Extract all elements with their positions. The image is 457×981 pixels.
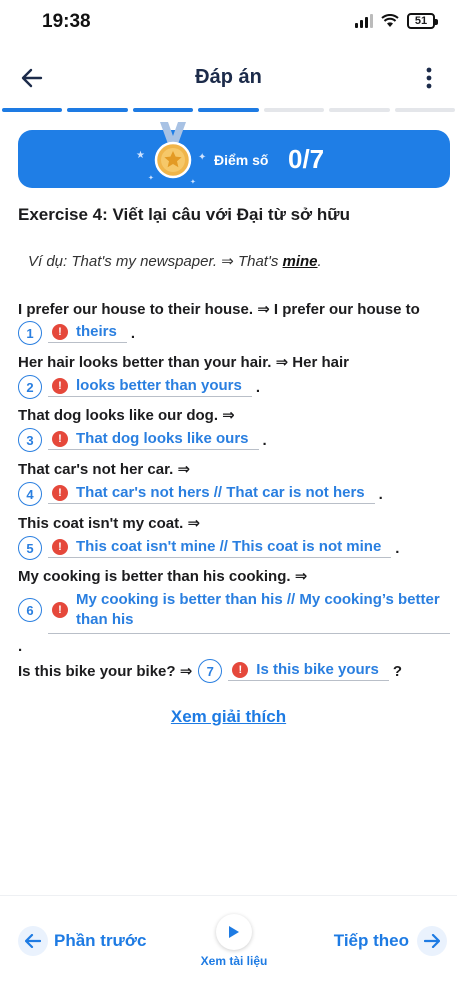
answer-field[interactable]: ! My cooking is better than his // My co… xyxy=(48,590,450,634)
question-number: 5 xyxy=(18,536,42,560)
arrow-right-icon xyxy=(417,926,447,956)
question-prompt: My cooking is better than his cooking. ⇒ xyxy=(18,568,308,585)
more-vertical-icon xyxy=(426,67,432,89)
example-prefix: Ví dụ: That's my newspaper. ⇒ That's xyxy=(28,253,283,270)
answer-field[interactable]: ! Is this bike yours xyxy=(228,661,389,681)
answer-row: 3 ! That dog looks like ours . xyxy=(18,428,267,452)
exclamation-icon: ! xyxy=(232,661,249,678)
example-sentence: Ví dụ: That's my newspaper. ⇒ That's min… xyxy=(28,252,322,270)
question-number: 2 xyxy=(18,375,42,399)
answer-field[interactable]: ! theirs xyxy=(48,323,127,343)
score-label: Điểm số xyxy=(214,152,269,168)
answer-row: 4 ! That car's not hers // That car is n… xyxy=(18,482,383,506)
exclamation-icon: ! xyxy=(52,538,68,555)
answer-punct: . xyxy=(18,638,23,655)
play-icon xyxy=(216,914,252,950)
exclamation-icon: ! xyxy=(52,430,68,447)
answer-punct: ? xyxy=(392,662,402,680)
status-icons: 51 xyxy=(355,13,438,29)
progress-segment xyxy=(329,108,390,112)
next-button[interactable]: Tiếp theo xyxy=(334,926,447,956)
answer-field[interactable]: ! That car's not hers // That car is not… xyxy=(48,484,375,504)
bottom-nav: Phần trước Xem tài liệu Tiếp theo xyxy=(0,895,457,981)
answer-punct: . xyxy=(395,539,400,557)
exclamation-icon: ! xyxy=(52,484,68,501)
progress-segment xyxy=(198,108,259,112)
explain-link[interactable]: Xem giải thích xyxy=(0,707,457,727)
answer-row: 2 ! looks better than yours . xyxy=(18,375,260,399)
prev-label: Phần trước xyxy=(54,931,147,950)
docs-button[interactable]: Xem tài liệu xyxy=(196,914,272,968)
question-prompt: That car's not her car. ⇒ xyxy=(18,461,191,478)
more-button[interactable] xyxy=(415,64,443,92)
arrow-left-icon xyxy=(18,926,48,956)
example-answer: mine xyxy=(282,253,318,270)
progress-segment xyxy=(394,108,455,112)
score-banner: ★ ✦ ✦ ✦ Điểm số 0/7 xyxy=(18,122,450,188)
answer-text: This coat isn't mine // This coat is not… xyxy=(76,538,382,555)
question-prompt: This coat isn't my coat. ⇒ xyxy=(18,515,201,532)
question-number: 1 xyxy=(18,321,42,345)
progress-segment xyxy=(132,108,194,112)
answer-text: That dog looks like ours xyxy=(76,430,249,447)
answer-text: looks better than yours xyxy=(76,377,242,394)
answer-row: 1 ! theirs . xyxy=(18,321,135,345)
answer-field[interactable]: ! This coat isn't mine // This coat is n… xyxy=(48,538,392,558)
answer-row: Is this bike your bike? ⇒ 7 ! Is this bi… xyxy=(18,659,402,683)
medal-icon xyxy=(154,122,192,179)
exclamation-icon: ! xyxy=(52,323,68,340)
status-bar: 19:38 51 xyxy=(0,0,457,46)
progress-bar xyxy=(0,108,457,112)
signal-icon xyxy=(355,14,373,28)
answer-text: theirs xyxy=(76,323,117,340)
next-label: Tiếp theo xyxy=(333,931,409,950)
answer-punct: . xyxy=(378,485,383,503)
question-prompt: I prefer our house to their house. ⇒ I p… xyxy=(18,301,420,318)
exclamation-icon: ! xyxy=(52,602,68,618)
answer-field[interactable]: ! That dog looks like ours xyxy=(48,430,259,450)
answer-field[interactable]: ! looks better than yours xyxy=(48,377,252,397)
progress-segment xyxy=(263,108,325,112)
question-number: 3 xyxy=(18,428,42,452)
exercise-title: Exercise 4: Viết lại câu với Đại từ sở h… xyxy=(18,205,350,224)
app-header: Đáp án xyxy=(0,50,457,106)
answer-punct: . xyxy=(130,324,136,342)
answer-punct: . xyxy=(262,431,267,449)
answer-text: That car's not hers // That car is not h… xyxy=(76,484,365,501)
question-number: 6 xyxy=(18,598,42,622)
answer-text: Is this bike yours xyxy=(256,661,379,678)
example-suffix: . xyxy=(317,253,322,270)
prev-button[interactable]: Phần trước xyxy=(18,926,146,956)
question-prompt: Her hair looks better than your hair. ⇒ … xyxy=(18,354,349,371)
answer-row: 5 ! This coat isn't mine // This coat is… xyxy=(18,536,399,560)
wifi-icon xyxy=(381,14,399,27)
progress-segment xyxy=(2,108,63,112)
exclamation-icon: ! xyxy=(52,377,68,394)
question-prompt: That dog looks like our dog. ⇒ xyxy=(18,407,235,424)
answer-punct: . xyxy=(255,378,261,396)
docs-label: Xem tài liệu xyxy=(200,954,268,968)
status-time: 19:38 xyxy=(42,11,91,32)
answer-text: My cooking is better than his // My cook… xyxy=(76,591,440,628)
question-number: 4 xyxy=(18,482,42,506)
question-number: 7 xyxy=(198,659,223,683)
score-value: 0/7 xyxy=(288,144,325,174)
question-prompt: Is this bike your bike? ⇒ xyxy=(18,663,193,680)
page-title: Đáp án xyxy=(195,66,262,88)
progress-segment xyxy=(67,108,128,112)
battery-icon: 51 xyxy=(407,13,438,29)
